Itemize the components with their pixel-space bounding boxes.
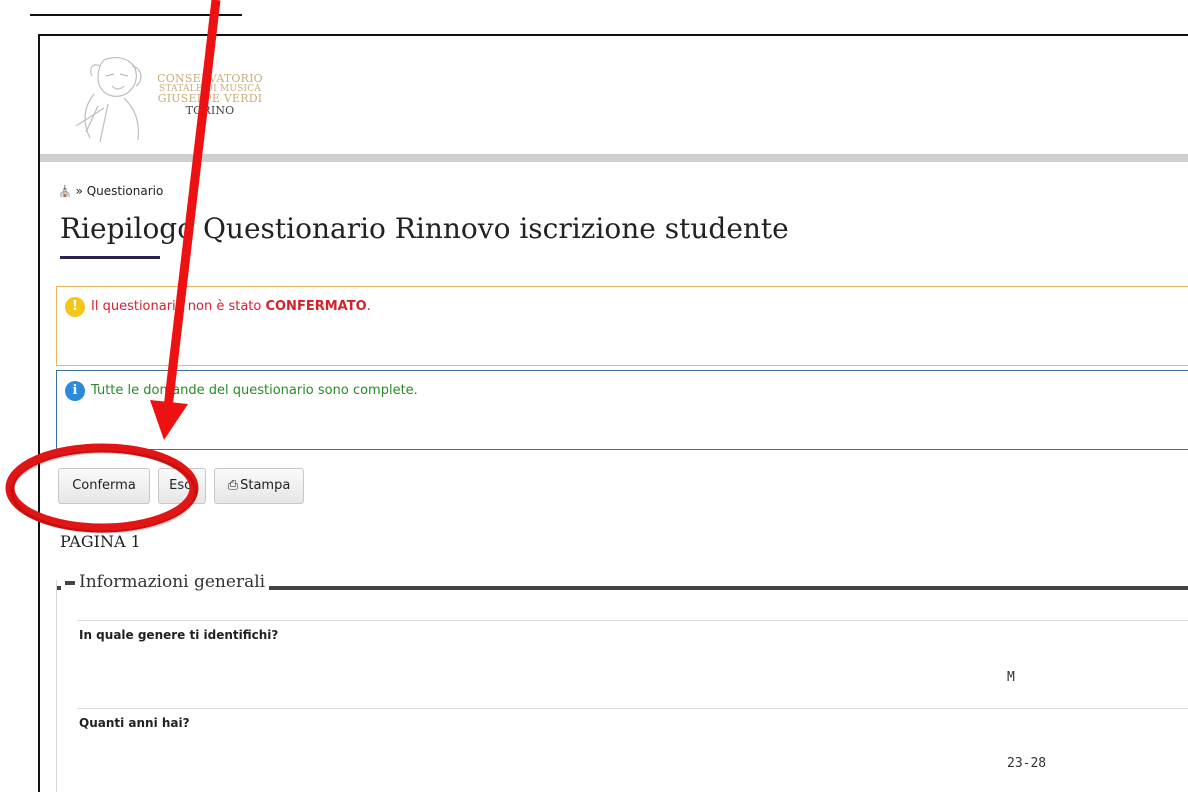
logo-line-3: GIUSEPPE VERDI xyxy=(157,92,263,105)
breadcrumb-current: Questionario xyxy=(86,184,164,198)
warning-text-prefix: Il questionario non è stato xyxy=(91,299,266,314)
info-icon: i xyxy=(65,381,85,401)
info-message: Tutte le domande del questionario sono c… xyxy=(91,383,418,398)
section-title: Informazioni generali xyxy=(61,572,270,592)
question-answer: M xyxy=(1007,670,1015,685)
printer-icon: ⎙ xyxy=(227,478,239,493)
question-answer: 23-28 xyxy=(1007,756,1047,771)
page-label: PAGINA 1 xyxy=(60,532,141,551)
print-button-label: Stampa xyxy=(240,478,291,493)
conservatorio-logo[interactable]: CONSERVATORIO STATALE DI MUSICA GIUSEPPE… xyxy=(64,46,264,146)
browser-frame: CONSERVATORIO STATALE DI MUSICA GIUSEPPE… xyxy=(38,34,1188,792)
home-icon[interactable]: ⛪ xyxy=(58,185,72,198)
annotation-top-line xyxy=(30,14,242,16)
logo-line-1: CONSERVATORIO xyxy=(157,72,263,85)
confirm-button[interactable]: Conferma xyxy=(58,468,150,504)
site-header: CONSERVATORIO STATALE DI MUSICA GIUSEPPE… xyxy=(40,36,1188,154)
page-title: Riepilogo Questionario Rinnovo iscrizion… xyxy=(60,212,789,245)
warning-alert: ! Il questionario non è stato CONFERMATO… xyxy=(56,286,1188,366)
composer-portrait-icon xyxy=(75,57,142,143)
print-button[interactable]: ⎙ Stampa xyxy=(214,468,304,504)
logo-city: TORINO xyxy=(185,104,235,117)
question-label: In quale genere ti identifichi? xyxy=(79,628,279,642)
info-alert: i Tutte le domande del questionario sono… xyxy=(56,370,1188,450)
question-label: Quanti anni hai? xyxy=(79,716,190,730)
exclamation-icon: ! xyxy=(65,297,85,317)
question-divider xyxy=(77,708,1188,709)
section-informazioni-generali: Informazioni generali In quale genere ti… xyxy=(56,572,1188,792)
logo-text: CONSERVATORIO STATALE DI MUSICA GIUSEPPE… xyxy=(150,72,270,117)
exit-button[interactable]: Esci xyxy=(158,468,206,504)
breadcrumb-separator: » xyxy=(75,184,83,198)
warning-text-bold: CONFERMATO xyxy=(265,299,367,314)
question-divider xyxy=(77,620,1188,621)
header-divider xyxy=(40,154,1188,162)
breadcrumb: ⛪ » Questionario xyxy=(58,184,163,198)
warning-text-suffix: . xyxy=(366,299,371,314)
warning-message: Il questionario non è stato CONFERMATO. xyxy=(91,299,371,314)
title-underline xyxy=(60,256,160,259)
